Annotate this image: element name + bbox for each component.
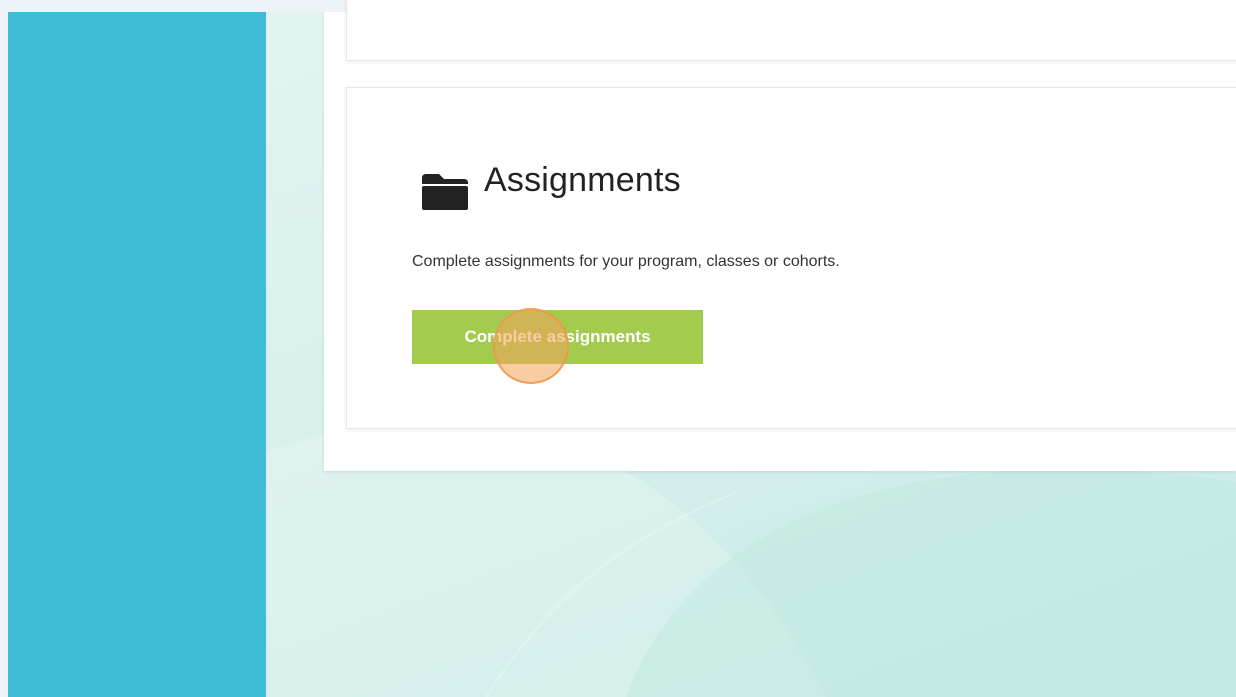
complete-assignments-button[interactable]: Complete assignments [412,310,703,364]
folder-icon [422,174,468,210]
sidebar [8,12,266,697]
assignments-title: Assignments [484,161,681,199]
assignments-card: Assignments Complete assignments for you… [346,87,1236,429]
previous-card [346,0,1236,61]
screen: Assignments Complete assignments for you… [0,0,1236,697]
assignments-description: Complete assignments for your program, c… [412,253,840,270]
